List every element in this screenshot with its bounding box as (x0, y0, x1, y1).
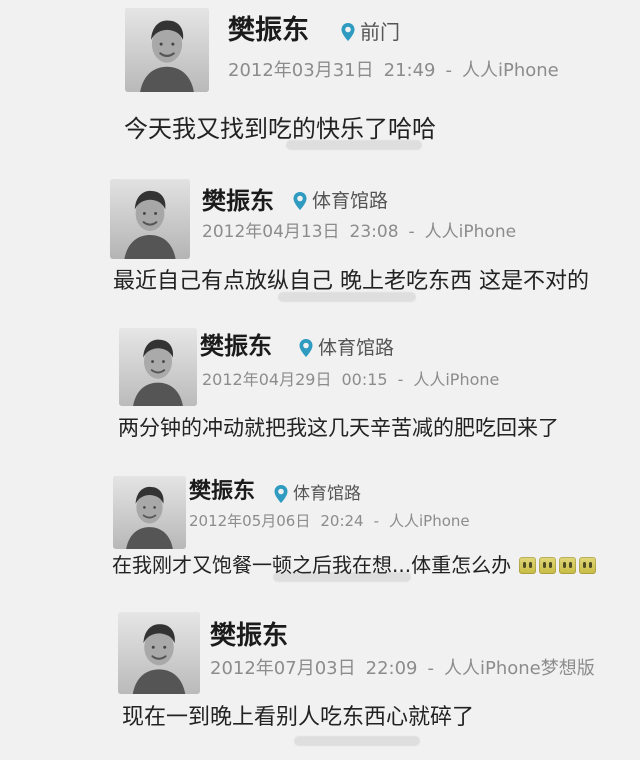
location-label: 前门 (360, 20, 400, 44)
location-label: 体育馆路 (312, 189, 389, 212)
post-date: 2012年03月31日 (228, 60, 374, 81)
post-message: 最近自己有点放纵自己 晚上老吃东西 这是不对的 (113, 269, 589, 294)
post-source: 人人iPhone (413, 370, 500, 389)
location-label: 体育馆路 (318, 336, 395, 359)
post-source: 人人iPhone (389, 512, 470, 530)
post: 樊振东 体育馆路 2012年04月29日 00:15 - 人人iPhone 两分… (0, 326, 640, 450)
location-pin-icon (341, 23, 355, 41)
location-label: 体育馆路 (293, 483, 361, 504)
avatar-image (113, 476, 186, 549)
location-tag[interactable]: 体育馆路 (298, 338, 394, 358)
location-pin-icon (293, 192, 307, 210)
watermark (278, 292, 416, 302)
post-time: 23:08 (349, 222, 399, 242)
post-time: 00:15 (341, 370, 388, 389)
crying-emoji-icon (559, 557, 577, 574)
location-pin-icon (274, 485, 288, 503)
post-message: 两分钟的冲动就把我这几天辛苦减的肥吃回来了 (118, 416, 559, 440)
location-tag[interactable]: 体育馆路 (292, 191, 388, 211)
watermark (286, 140, 422, 150)
avatar-image (125, 8, 209, 92)
post: 樊振东 2012年07月03日 22:09 - 人人iPhone梦想版 现在一到… (0, 608, 640, 756)
avatar[interactable] (125, 8, 209, 92)
author-name[interactable]: 樊振东 (202, 189, 274, 213)
watermark (273, 572, 411, 582)
post-meta: 2012年07月03日 22:09 - 人人iPhone梦想版 (210, 660, 595, 678)
post-date: 2012年04月13日 (202, 222, 340, 242)
post: 樊振东 前门 2012年03月31日 21:49 - 人人iPhone 今天我又… (0, 0, 640, 150)
avatar-image (118, 612, 200, 694)
emoji-group (519, 557, 597, 574)
author-name[interactable]: 樊振东 (189, 481, 255, 503)
crying-emoji-icon (579, 557, 597, 574)
meta-separator: - (397, 370, 404, 389)
post-source: 人人iPhone (424, 222, 517, 242)
author-name[interactable]: 樊振东 (228, 17, 309, 44)
post-source: 人人iPhone (462, 60, 559, 81)
avatar-image (110, 179, 190, 259)
watermark (294, 736, 420, 746)
post-meta: 2012年05月06日 20:24 - 人人iPhone (189, 514, 470, 529)
location-pin-icon (299, 339, 313, 357)
meta-separator: - (408, 222, 415, 242)
post-message: 今天我又找到吃的快乐了哈哈 (124, 115, 436, 143)
post-meta: 2012年04月29日 00:15 - 人人iPhone (202, 372, 499, 388)
post-date: 2012年05月06日 (189, 512, 311, 530)
avatar[interactable] (110, 179, 190, 259)
avatar[interactable] (113, 476, 186, 549)
post-date: 2012年07月03日 (210, 658, 356, 679)
post-date: 2012年04月29日 (202, 370, 332, 389)
avatar-image (119, 328, 197, 406)
author-name[interactable]: 樊振东 (210, 623, 288, 649)
location-tag[interactable]: 前门 (340, 22, 400, 42)
social-feed: 樊振东 前门 2012年03月31日 21:49 - 人人iPhone 今天我又… (0, 0, 640, 760)
meta-separator: - (427, 658, 435, 679)
post-meta: 2012年03月31日 21:49 - 人人iPhone (228, 62, 559, 80)
post-time: 21:49 (383, 60, 436, 81)
post-meta: 2012年04月13日 23:08 - 人人iPhone (202, 224, 516, 241)
avatar[interactable] (119, 328, 197, 406)
author-name[interactable]: 樊振东 (200, 334, 272, 358)
crying-emoji-icon (519, 557, 537, 574)
post-time: 22:09 (365, 658, 418, 679)
post-message: 现在一到晚上看别人吃东西心就碎了 (122, 705, 475, 730)
post: 樊振东 体育馆路 2012年05月06日 20:24 - 人人iPhone 在我… (0, 471, 640, 589)
post-time: 20:24 (320, 512, 364, 530)
crying-emoji-icon (539, 557, 557, 574)
location-tag[interactable]: 体育馆路 (273, 484, 361, 504)
meta-separator: - (445, 60, 453, 81)
post: 樊振东 体育馆路 2012年04月13日 23:08 - 人人iPhone 最近… (0, 177, 640, 302)
meta-separator: - (373, 512, 380, 530)
avatar[interactable] (118, 612, 200, 694)
post-source: 人人iPhone梦想版 (444, 658, 595, 679)
